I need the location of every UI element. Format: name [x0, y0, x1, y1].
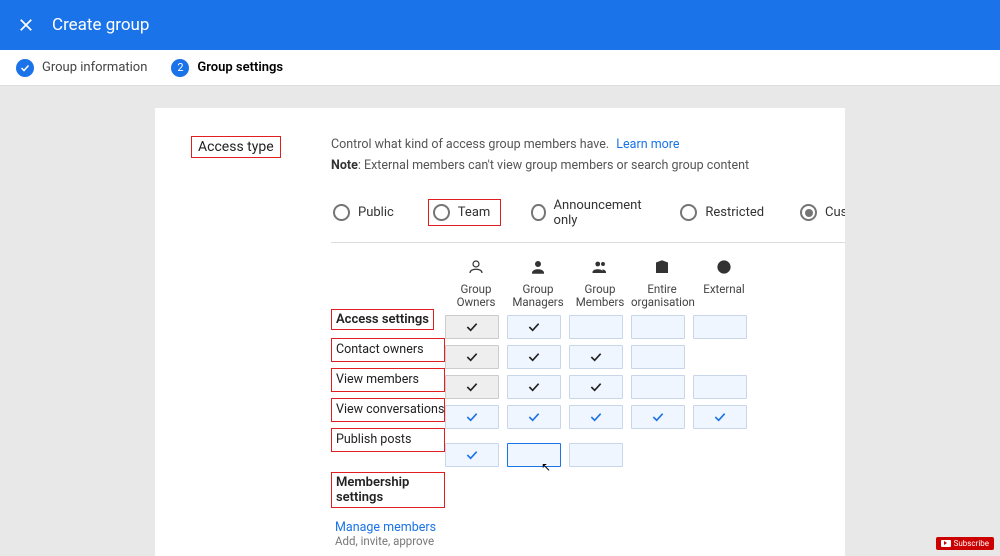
access-settings-head: Access settings [331, 309, 434, 330]
building-icon [631, 255, 693, 279]
radio-custom[interactable]: Custom [798, 200, 845, 225]
col-head-managers: GroupManagers [507, 255, 569, 309]
access-cell[interactable] [569, 375, 623, 399]
access-cell[interactable] [445, 375, 499, 399]
access-cell[interactable] [693, 375, 747, 399]
access-cell[interactable] [631, 315, 685, 339]
youtube-icon [941, 540, 951, 547]
access-cell[interactable] [507, 315, 561, 339]
radio-team-label: Team [458, 205, 491, 220]
access-cell[interactable] [631, 345, 685, 369]
access-type-desc-text: Control what kind of access group member… [331, 137, 609, 152]
step-number-icon: 2 [171, 59, 189, 77]
radio-announcement[interactable]: Announcement only [529, 194, 650, 232]
access-cell[interactable] [507, 345, 561, 369]
close-icon[interactable] [16, 15, 36, 35]
page-title: Create group [52, 15, 149, 35]
col-head-org: Entireorganisation [631, 255, 693, 309]
membership-settings-head: Membership settings [331, 472, 445, 508]
col-head-owners: GroupOwners [445, 255, 507, 309]
access-type-description: Control what kind of access group member… [331, 136, 845, 176]
radio-icon [531, 204, 545, 221]
access-type-radio-group: Public Team Announcement only Restricted… [331, 194, 845, 232]
radio-custom-label: Custom [825, 205, 845, 220]
row-publish-posts: Publish posts [331, 428, 445, 452]
radio-restricted-label: Restricted [705, 205, 764, 220]
people-icon [569, 255, 631, 279]
radio-restricted[interactable]: Restricted [678, 200, 770, 225]
globe-icon [693, 255, 755, 279]
stepper-step-2[interactable]: 2 Group settings [171, 59, 283, 77]
access-cell[interactable] [693, 405, 747, 429]
radio-icon [333, 204, 350, 221]
divider [331, 242, 845, 243]
check-circle-icon [16, 59, 34, 77]
cell-row-manage-members [445, 443, 755, 467]
access-cell[interactable] [569, 405, 623, 429]
access-cell[interactable] [445, 345, 499, 369]
access-cell[interactable] [569, 345, 623, 369]
person-icon [507, 255, 569, 279]
access-cell[interactable] [631, 375, 685, 399]
col-head-members: GroupMembers [569, 255, 631, 309]
cell-row-view-members [445, 345, 755, 369]
stepper-step-1[interactable]: Group information [16, 59, 147, 77]
stepper: Group information 2 Group settings [0, 50, 1000, 86]
cell-row-view-conversations [445, 375, 755, 399]
row-view-conversations: View conversations [331, 398, 445, 422]
row-contact-owners: Contact owners [331, 338, 445, 362]
access-cell[interactable] [445, 315, 499, 339]
access-cell[interactable] [445, 405, 499, 429]
access-cell[interactable] [445, 443, 499, 467]
access-cell[interactable] [569, 443, 623, 467]
cell-row-contact-owners [445, 315, 755, 339]
radio-announcement-label: Announcement only [554, 198, 645, 228]
header-bar: Create group [0, 0, 1000, 50]
access-cell[interactable] [569, 315, 623, 339]
cell-row-publish-posts [445, 405, 755, 429]
note-label: Note [331, 158, 358, 173]
access-cell[interactable] [507, 375, 561, 399]
radio-team[interactable]: Team [428, 199, 502, 226]
access-cell[interactable] [507, 405, 561, 429]
row-manage-members-sub: Add, invite, approve [331, 534, 445, 548]
person-outline-icon [445, 255, 507, 279]
stepper-step-2-label: Group settings [197, 60, 283, 75]
radio-public-label: Public [358, 205, 394, 220]
note-text: : External members can't view group memb… [358, 158, 749, 173]
radio-icon [680, 204, 697, 221]
access-type-title: Access type [191, 136, 281, 158]
access-cell[interactable] [631, 405, 685, 429]
radio-icon [800, 204, 817, 221]
col-head-external: External [693, 255, 755, 309]
access-cell[interactable] [693, 315, 747, 339]
access-cell[interactable] [507, 443, 561, 467]
subscribe-badge[interactable]: Subscribe [936, 537, 994, 550]
settings-card: Access type Control what kind of access … [155, 108, 845, 556]
learn-more-link[interactable]: Learn more [616, 137, 679, 152]
row-view-members: View members [331, 368, 445, 392]
radio-icon [433, 204, 450, 221]
stepper-step-1-label: Group information [42, 60, 147, 75]
radio-public[interactable]: Public [331, 200, 400, 225]
